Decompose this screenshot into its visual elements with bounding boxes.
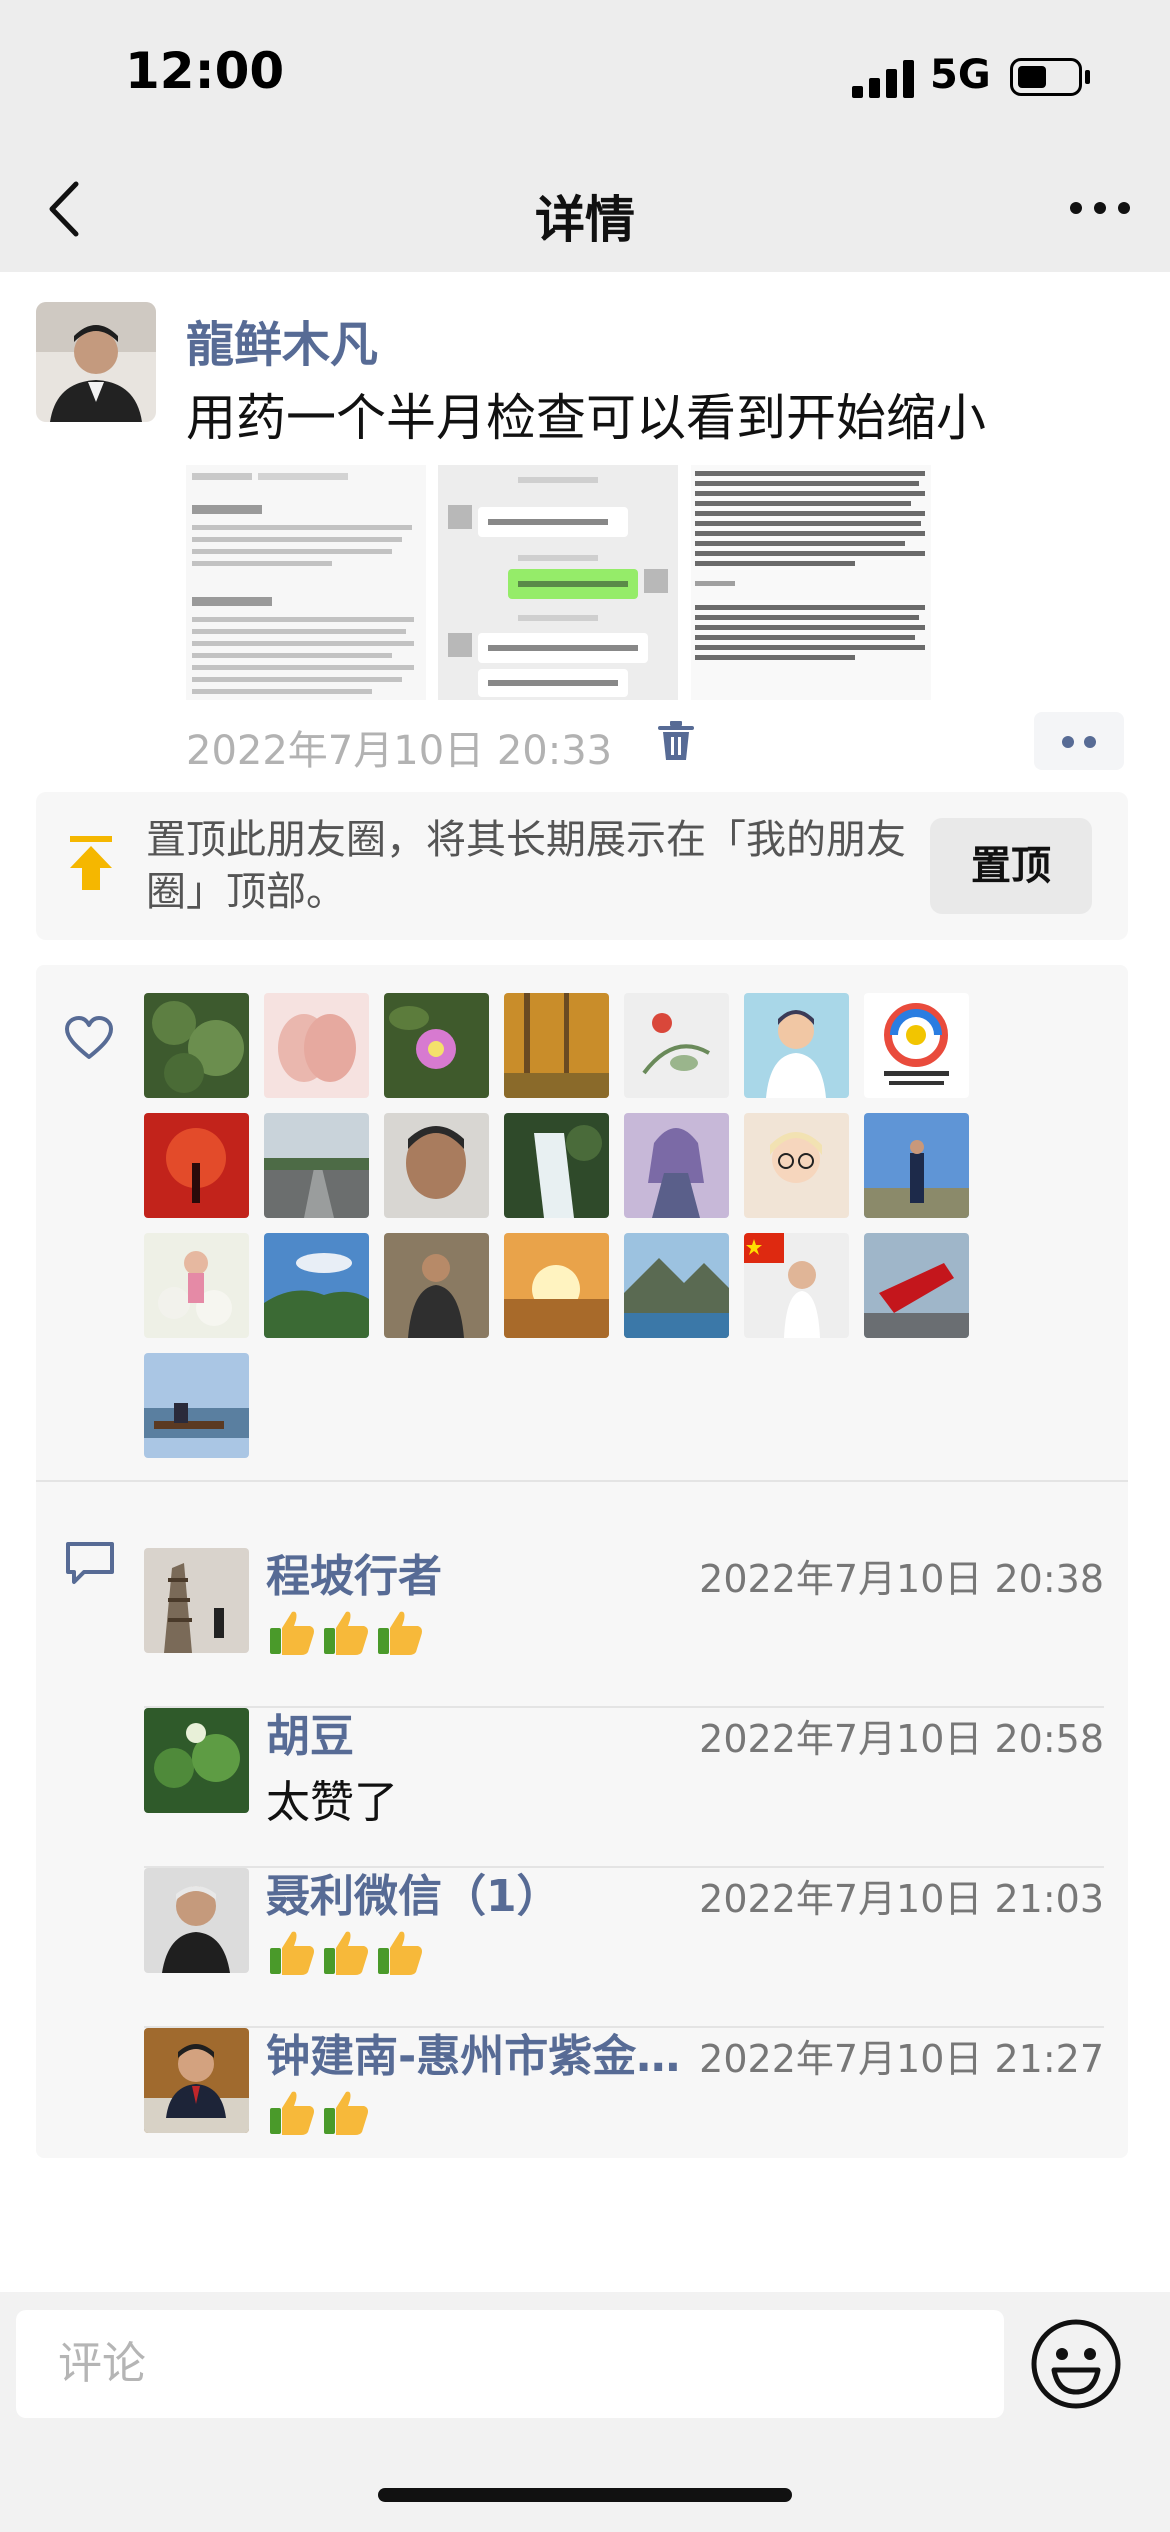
comment-timestamp: 2022年7月10日 21:03 bbox=[699, 1877, 1104, 1921]
like-avatar[interactable] bbox=[504, 1113, 609, 1218]
like-avatar[interactable] bbox=[624, 993, 729, 1098]
comment-avatar[interactable] bbox=[144, 1868, 249, 1973]
page-title: 详情 bbox=[535, 191, 635, 249]
like-avatar[interactable] bbox=[384, 993, 489, 1098]
comment-avatar[interactable] bbox=[144, 2028, 249, 2133]
comment-author[interactable]: 程坡行者 bbox=[266, 1540, 442, 1604]
like-avatar[interactable] bbox=[384, 1233, 489, 1338]
comment-text: 太赞了 bbox=[266, 1777, 398, 1828]
comment-avatar[interactable] bbox=[144, 1708, 249, 1813]
like-avatar[interactable] bbox=[384, 1113, 489, 1218]
nav-bar: 详情 bbox=[0, 150, 1170, 272]
like-avatar[interactable] bbox=[264, 1113, 369, 1218]
like-avatar[interactable] bbox=[264, 1233, 369, 1338]
like-avatar[interactable] bbox=[744, 1233, 849, 1338]
comment-author[interactable]: 胡豆 bbox=[266, 1700, 354, 1764]
pin-icon bbox=[68, 836, 114, 892]
post-images bbox=[186, 465, 931, 700]
post-image[interactable] bbox=[186, 465, 426, 700]
more-icon[interactable] bbox=[1060, 176, 1140, 236]
like-avatar[interactable] bbox=[624, 1113, 729, 1218]
status-bar: 12:00 5G bbox=[0, 0, 1170, 150]
comment-timestamp: 2022年7月10日 20:58 bbox=[699, 1717, 1104, 1761]
thumbs-up-icon bbox=[270, 1931, 314, 1975]
comment-avatar[interactable] bbox=[144, 1548, 249, 1653]
like-avatar[interactable] bbox=[864, 993, 969, 1098]
trash-icon[interactable] bbox=[656, 720, 696, 762]
thumbs-up-icon bbox=[378, 1931, 422, 1975]
thumbs-up-icon bbox=[324, 1931, 368, 1975]
post-text: 用药一个半月检查可以看到开始缩小 bbox=[186, 389, 986, 447]
post-more-button[interactable] bbox=[1034, 712, 1124, 770]
pin-box: 置顶此朋友圈，将其长期展示在「我的朋友圈」顶部。 置顶 bbox=[36, 792, 1128, 940]
post-timestamp: 2022年7月10日 20:33 bbox=[186, 728, 613, 774]
battery-icon bbox=[1010, 58, 1082, 96]
post-image[interactable] bbox=[691, 465, 931, 700]
post-author-avatar[interactable] bbox=[36, 302, 156, 422]
like-avatar[interactable] bbox=[264, 993, 369, 1098]
comment-item[interactable]: 胡豆 2022年7月10日 20:58 太赞了 bbox=[144, 1708, 1104, 1868]
heart-icon bbox=[64, 1015, 114, 1063]
comment-input[interactable]: 评论 bbox=[16, 2310, 1004, 2418]
comment-author[interactable]: 钟建南-惠州市紫金… bbox=[266, 2020, 680, 2084]
like-avatar[interactable] bbox=[144, 993, 249, 1098]
like-avatar[interactable] bbox=[744, 1113, 849, 1218]
thumbs-up-icon bbox=[378, 1611, 422, 1655]
like-avatar[interactable] bbox=[504, 993, 609, 1098]
post-image[interactable] bbox=[438, 465, 678, 700]
emoji-icon[interactable] bbox=[1028, 2316, 1124, 2412]
comment-item[interactable]: 程坡行者 2022年7月10日 20:38 bbox=[144, 1548, 1104, 1708]
thumbs-up-icon bbox=[270, 2091, 314, 2135]
status-time: 12:00 bbox=[125, 42, 285, 100]
comment-item[interactable]: 钟建南-惠州市紫金… 2022年7月10日 21:27 bbox=[144, 2028, 1104, 2188]
network-label: 5G bbox=[930, 52, 991, 98]
home-indicator bbox=[378, 2488, 792, 2502]
thumbs-up-icon bbox=[324, 1611, 368, 1655]
battery-tip bbox=[1085, 70, 1090, 84]
like-avatar[interactable] bbox=[144, 1353, 249, 1458]
like-avatar[interactable] bbox=[864, 1113, 969, 1218]
thumbs-up-icon bbox=[324, 2091, 368, 2135]
comment-timestamp: 2022年7月10日 21:27 bbox=[699, 2037, 1104, 2081]
like-avatar[interactable] bbox=[504, 1233, 609, 1338]
comment-timestamp: 2022年7月10日 20:38 bbox=[699, 1557, 1104, 1601]
like-avatar[interactable] bbox=[144, 1233, 249, 1338]
pin-button[interactable]: 置顶 bbox=[930, 818, 1092, 914]
like-avatar[interactable] bbox=[864, 1233, 969, 1338]
signal-icon bbox=[852, 58, 916, 98]
likes-divider bbox=[36, 1480, 1128, 1482]
comment-item[interactable]: 聂利微信（1） 2022年7月10日 21:03 bbox=[144, 1868, 1104, 2028]
like-avatar[interactable] bbox=[624, 1233, 729, 1338]
thumbs-up-icon bbox=[270, 1611, 314, 1655]
comment-icon bbox=[64, 1540, 116, 1586]
like-avatar[interactable] bbox=[744, 993, 849, 1098]
like-avatar[interactable] bbox=[144, 1113, 249, 1218]
post-author-name[interactable]: 龍鲜木凡 bbox=[186, 305, 378, 375]
pin-description: 置顶此朋友圈，将其长期展示在「我的朋友圈」顶部。 bbox=[146, 817, 906, 915]
likes-comments-panel: 程坡行者 2022年7月10日 20:38 胡豆 2022年7月10日 20:5… bbox=[36, 965, 1128, 2158]
comment-author[interactable]: 聂利微信（1） bbox=[266, 1860, 561, 1924]
